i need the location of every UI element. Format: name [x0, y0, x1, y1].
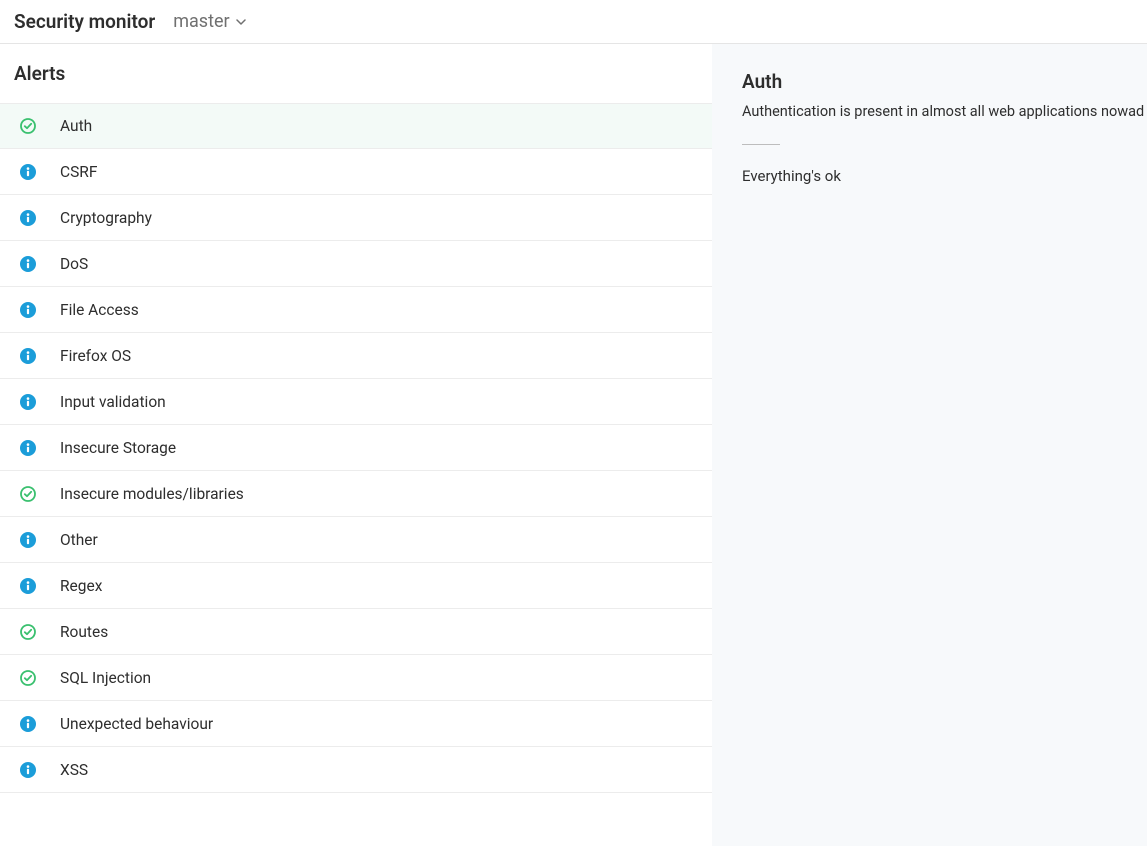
alert-label: Insecure Storage: [60, 439, 176, 457]
info-circle-icon: [18, 714, 38, 734]
divider: [742, 144, 780, 145]
page-title: Security monitor: [14, 10, 155, 33]
branch-name: master: [173, 11, 229, 32]
check-circle-icon: [18, 484, 38, 504]
alert-label: Regex: [60, 577, 102, 595]
alert-row[interactable]: Firefox OS: [0, 333, 712, 379]
alert-row[interactable]: CSRF: [0, 149, 712, 195]
alert-label: Cryptography: [60, 209, 152, 227]
header: Security monitor master: [0, 0, 1147, 44]
alert-list: Auth CSRF Cryptography DoS File Access Firefo…: [0, 103, 712, 793]
alert-row[interactable]: Routes: [0, 609, 712, 655]
alert-row[interactable]: File Access: [0, 287, 712, 333]
alert-label: XSS: [60, 761, 88, 779]
info-circle-icon: [18, 162, 38, 182]
alert-row[interactable]: Insecure modules/libraries: [0, 471, 712, 517]
detail-pane: Auth Authentication is present in almost…: [712, 44, 1147, 846]
detail-title: Auth: [742, 70, 1147, 93]
alert-label: File Access: [60, 301, 139, 319]
alert-label: CSRF: [60, 163, 97, 181]
info-circle-icon: [18, 208, 38, 228]
alert-label: DoS: [60, 255, 88, 273]
alert-label: Input validation: [60, 393, 166, 411]
alert-label: Auth: [60, 117, 92, 135]
info-circle-icon: [18, 254, 38, 274]
alert-row[interactable]: Input validation: [0, 379, 712, 425]
alert-row[interactable]: SQL Injection: [0, 655, 712, 701]
alerts-pane: Alerts Auth CSRF Cryptography DoS File Acces…: [0, 44, 712, 846]
info-circle-icon: [18, 346, 38, 366]
info-circle-icon: [18, 760, 38, 780]
alert-row[interactable]: Regex: [0, 563, 712, 609]
check-circle-icon: [18, 668, 38, 688]
info-circle-icon: [18, 576, 38, 596]
info-circle-icon: [18, 300, 38, 320]
alert-label: Routes: [60, 623, 108, 641]
alert-row[interactable]: Unexpected behaviour: [0, 701, 712, 747]
alert-row[interactable]: Auth: [0, 103, 712, 149]
info-circle-icon: [18, 438, 38, 458]
check-circle-icon: [18, 116, 38, 136]
content: Alerts Auth CSRF Cryptography DoS File Acces…: [0, 44, 1147, 846]
alert-row[interactable]: Insecure Storage: [0, 425, 712, 471]
alert-row[interactable]: DoS: [0, 241, 712, 287]
alert-label: Unexpected behaviour: [60, 715, 213, 733]
alert-row[interactable]: Other: [0, 517, 712, 563]
alert-label: Insecure modules/libraries: [60, 485, 244, 503]
branch-selector[interactable]: master: [173, 11, 245, 32]
alert-row[interactable]: XSS: [0, 747, 712, 793]
info-circle-icon: [18, 530, 38, 550]
detail-status: Everything's ok: [742, 167, 1147, 185]
check-circle-icon: [18, 622, 38, 642]
alert-label: Firefox OS: [60, 347, 131, 365]
alert-label: SQL Injection: [60, 669, 151, 687]
chevron-down-icon: [236, 17, 246, 27]
alerts-heading: Alerts: [0, 44, 712, 103]
alert-row[interactable]: Cryptography: [0, 195, 712, 241]
detail-description: Authentication is present in almost all …: [742, 103, 1147, 120]
info-circle-icon: [18, 392, 38, 412]
alert-label: Other: [60, 531, 98, 549]
